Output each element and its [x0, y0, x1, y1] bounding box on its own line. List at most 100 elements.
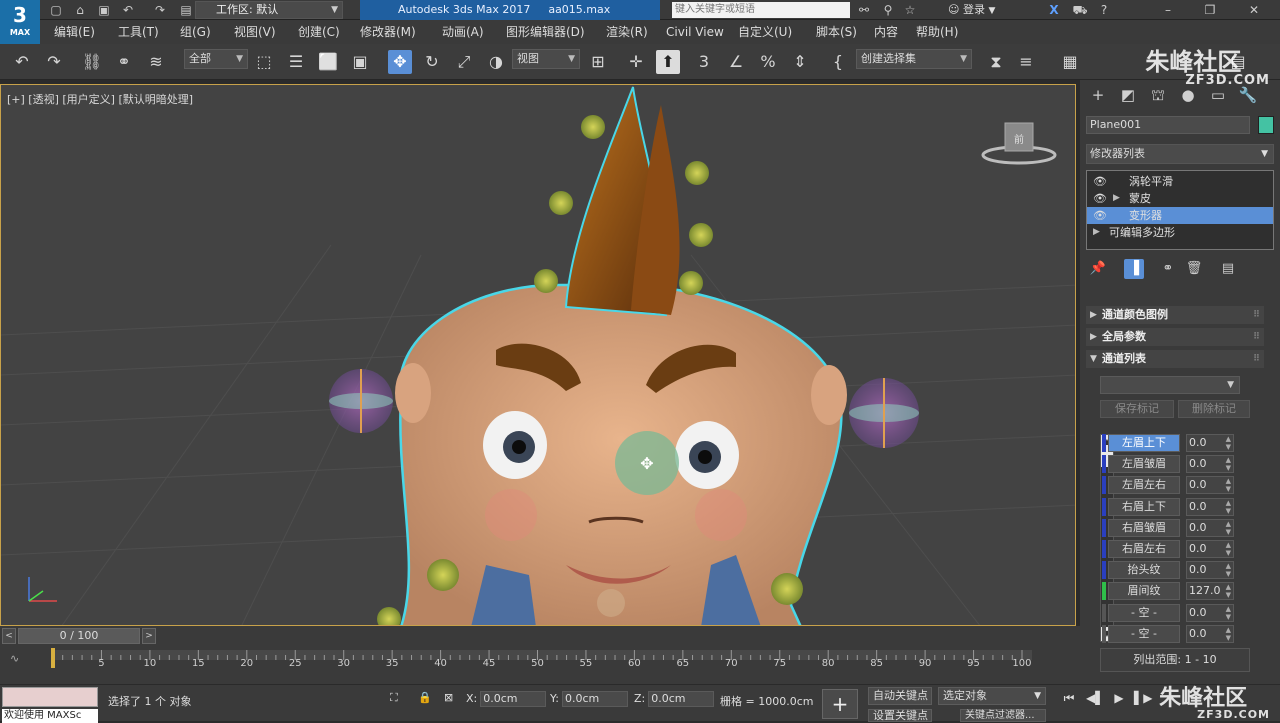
spinner-arrows-icon[interactable]: ▲ ▼ [1226, 435, 1231, 451]
rollout-channel-list[interactable]: ▼ 通道列表 ⠿ [1086, 350, 1264, 368]
z-coordinate-field[interactable]: 0.0cm [648, 691, 715, 707]
eye-icon[interactable]: 👁 [1093, 173, 1107, 190]
spinner-snap-icon[interactable]: ⇕ [788, 50, 812, 74]
track-bar[interactable]: ∿ 5 10 15 20 25 30 35 40 45 50 55 60 65 70 75 80 85 90 95 1… [0, 646, 1080, 684]
login-button[interactable]: ☺ 登录 ▼ [948, 1, 995, 20]
close-icon[interactable]: ✕ [1246, 2, 1262, 18]
menu-scripting[interactable]: 脚本(S) [816, 23, 857, 41]
eye-icon[interactable]: 👁 [1093, 190, 1107, 207]
object-color-swatch[interactable] [1258, 116, 1274, 134]
play-icon[interactable]: ▶ [1110, 689, 1128, 707]
select-by-name-icon[interactable]: ☰ [284, 50, 308, 74]
named-selection-select[interactable]: 创建选择集 ▼ [856, 49, 972, 69]
reference-coordinate-select[interactable]: 视图 ▼ [512, 49, 580, 69]
select-move-icon[interactable]: ✥ [388, 50, 412, 74]
pivot-center-icon[interactable]: ⊞ [586, 50, 610, 74]
spinner-arrows-icon[interactable]: ▲ ▼ [1226, 499, 1231, 515]
go-to-start-icon[interactable]: ⏮ [1060, 689, 1078, 707]
edit-named-selection-icon[interactable]: { [826, 50, 850, 74]
remove-modifier-icon[interactable]: 🗑 [1184, 259, 1204, 279]
layer-manager-icon[interactable]: ▦ [1058, 50, 1082, 74]
channel-name-button[interactable]: 抬头纹 [1108, 561, 1180, 580]
channel-name-button[interactable]: 右眉左右 [1108, 540, 1180, 558]
angle-snap-icon[interactable]: ∠ [724, 50, 748, 74]
bind-spacewarp-icon[interactable]: ≋ [144, 50, 168, 74]
spinner-arrows-icon[interactable]: ▲ ▼ [1226, 626, 1231, 642]
key-filters-button[interactable]: 关键点过滤器... [960, 709, 1046, 722]
previous-key-icon[interactable]: ◀▌ [1086, 689, 1104, 707]
menu-content[interactable]: 内容 [874, 23, 898, 41]
channel-value-spinner[interactable]: 0.0 ▲ ▼ [1186, 455, 1234, 474]
menu-customize[interactable]: 自定义(U) [738, 23, 792, 41]
link-icon[interactable]: ⛓ [80, 50, 104, 74]
channel-value-spinner[interactable]: 0.0 ▲ ▼ [1186, 603, 1234, 622]
favorites-star-icon[interactable]: ☆ [902, 2, 918, 18]
snap-3d-icon[interactable]: 3 [692, 50, 716, 74]
menu-civil-view[interactable]: Civil View [666, 23, 724, 41]
spinner-arrows-icon[interactable]: ▲ ▼ [1226, 456, 1231, 472]
keyboard-shortcut-override-icon[interactable]: ⬆ [656, 50, 680, 74]
spinner-arrows-icon[interactable]: ▲ ▼ [1226, 541, 1231, 557]
save-file-icon[interactable]: ▣ [96, 2, 112, 18]
rect-selection-icon[interactable]: ⬜ [316, 50, 340, 74]
delete-marker-button[interactable]: 删除标记 [1178, 400, 1250, 418]
cart-icon[interactable]: ⛟ [1072, 2, 1088, 18]
object-name-field[interactable]: Plane001 [1086, 116, 1250, 134]
spinner-arrows-icon[interactable]: ▲ ▼ [1226, 520, 1231, 536]
undo-icon[interactable]: ↶ [120, 2, 136, 18]
marker-select[interactable]: ▼ [1100, 376, 1240, 394]
channel-name-button[interactable]: - 空 - [1108, 603, 1180, 622]
menu-modifiers[interactable]: 修改器(M) [360, 23, 416, 41]
auto-key-button[interactable]: 自动关键点 [868, 687, 932, 705]
minimize-icon[interactable]: – [1160, 2, 1176, 18]
search-input[interactable]: 键入关键字或短语 [672, 2, 850, 18]
autodesk-exchange-icon[interactable]: X [1046, 2, 1062, 18]
menu-create[interactable]: 创建(C) [298, 23, 340, 41]
expand-arrow-icon[interactable]: ▶ [1093, 224, 1100, 241]
maxscript-listener[interactable] [2, 687, 98, 707]
time-slider-handle[interactable]: 0 / 100 [18, 628, 140, 644]
set-key-icon[interactable]: + [822, 689, 858, 719]
channel-value-spinner[interactable]: 0.0 ▲ ▼ [1186, 476, 1234, 495]
spinner-arrows-icon[interactable]: ▲ ▼ [1226, 605, 1231, 621]
stack-item-skin[interactable]: 👁 ▶ 蒙皮 [1087, 190, 1273, 207]
channel-value-spinner[interactable]: 127.0 ▲ ▼ [1186, 582, 1234, 601]
select-rotate-icon[interactable]: ↻ [420, 50, 444, 74]
lock-selection-icon[interactable]: 🔒 [418, 691, 432, 704]
selection-filter-select[interactable]: 全部 ▼ [184, 49, 248, 69]
select-place-icon[interactable]: ◑ [484, 50, 508, 74]
menu-edit[interactable]: 编辑(E) [54, 23, 95, 41]
app-logo[interactable]: 3 MAX [0, 0, 40, 44]
menu-tools[interactable]: 工具(T) [118, 23, 159, 41]
channel-name-button[interactable]: 左眉皱眉 [1108, 455, 1180, 474]
prev-frame-icon[interactable]: < [2, 628, 16, 644]
select-object-icon[interactable]: ⬚ [252, 50, 276, 74]
menu-rendering[interactable]: 渲染(R) [606, 23, 648, 41]
save-marker-button[interactable]: 保存标记 [1100, 400, 1174, 418]
make-unique-icon[interactable]: ⚭ [1158, 259, 1178, 279]
channel-value-spinner[interactable]: 0.0 ▲ ▼ [1186, 434, 1234, 452]
menu-animation[interactable]: 动画(A) [442, 23, 484, 41]
manipulate-icon[interactable]: ✛ [624, 50, 648, 74]
perspective-viewport[interactable]: ✥ 前 [+] [透视] [用户定义] [默认明暗处理] [0, 84, 1076, 626]
stack-item-turbosmooth[interactable]: 👁 涡轮平滑 [1087, 173, 1273, 190]
configure-modifier-sets-icon[interactable]: ▤ [1218, 259, 1238, 279]
modify-tab-icon[interactable]: ◩ [1116, 84, 1140, 106]
channel-value-spinner[interactable]: 0.0 ▲ ▼ [1186, 497, 1234, 516]
project-folder-icon[interactable]: ▤ [178, 2, 194, 18]
menu-help[interactable]: 帮助(H) [916, 23, 958, 41]
spinner-arrows-icon[interactable]: ▲ ▼ [1226, 562, 1231, 578]
x-coordinate-field[interactable]: 0.0cm [480, 691, 547, 707]
channel-name-button[interactable]: 左眉左右 [1108, 476, 1180, 495]
show-end-result-icon[interactable]: ▐ [1124, 259, 1144, 279]
expand-arrow-icon[interactable]: ▶ [1113, 190, 1120, 207]
channel-name-button[interactable]: 眉间纹 [1108, 582, 1180, 601]
window-crossing-icon[interactable]: ▣ [348, 50, 372, 74]
channel-value-spinner[interactable]: 0.0 ▲ ▼ [1186, 518, 1234, 537]
channel-value-spinner[interactable]: 0.0 ▲ ▼ [1186, 540, 1234, 558]
pin-stack-icon[interactable]: 📌 [1088, 259, 1108, 279]
workspace-select[interactable]: 工作区: 默认 ▼ [195, 1, 343, 19]
menu-group[interactable]: 组(G) [180, 23, 211, 41]
spinner-arrows-icon[interactable]: ▲ ▼ [1226, 477, 1231, 493]
restore-icon[interactable]: ❐ [1202, 2, 1218, 18]
